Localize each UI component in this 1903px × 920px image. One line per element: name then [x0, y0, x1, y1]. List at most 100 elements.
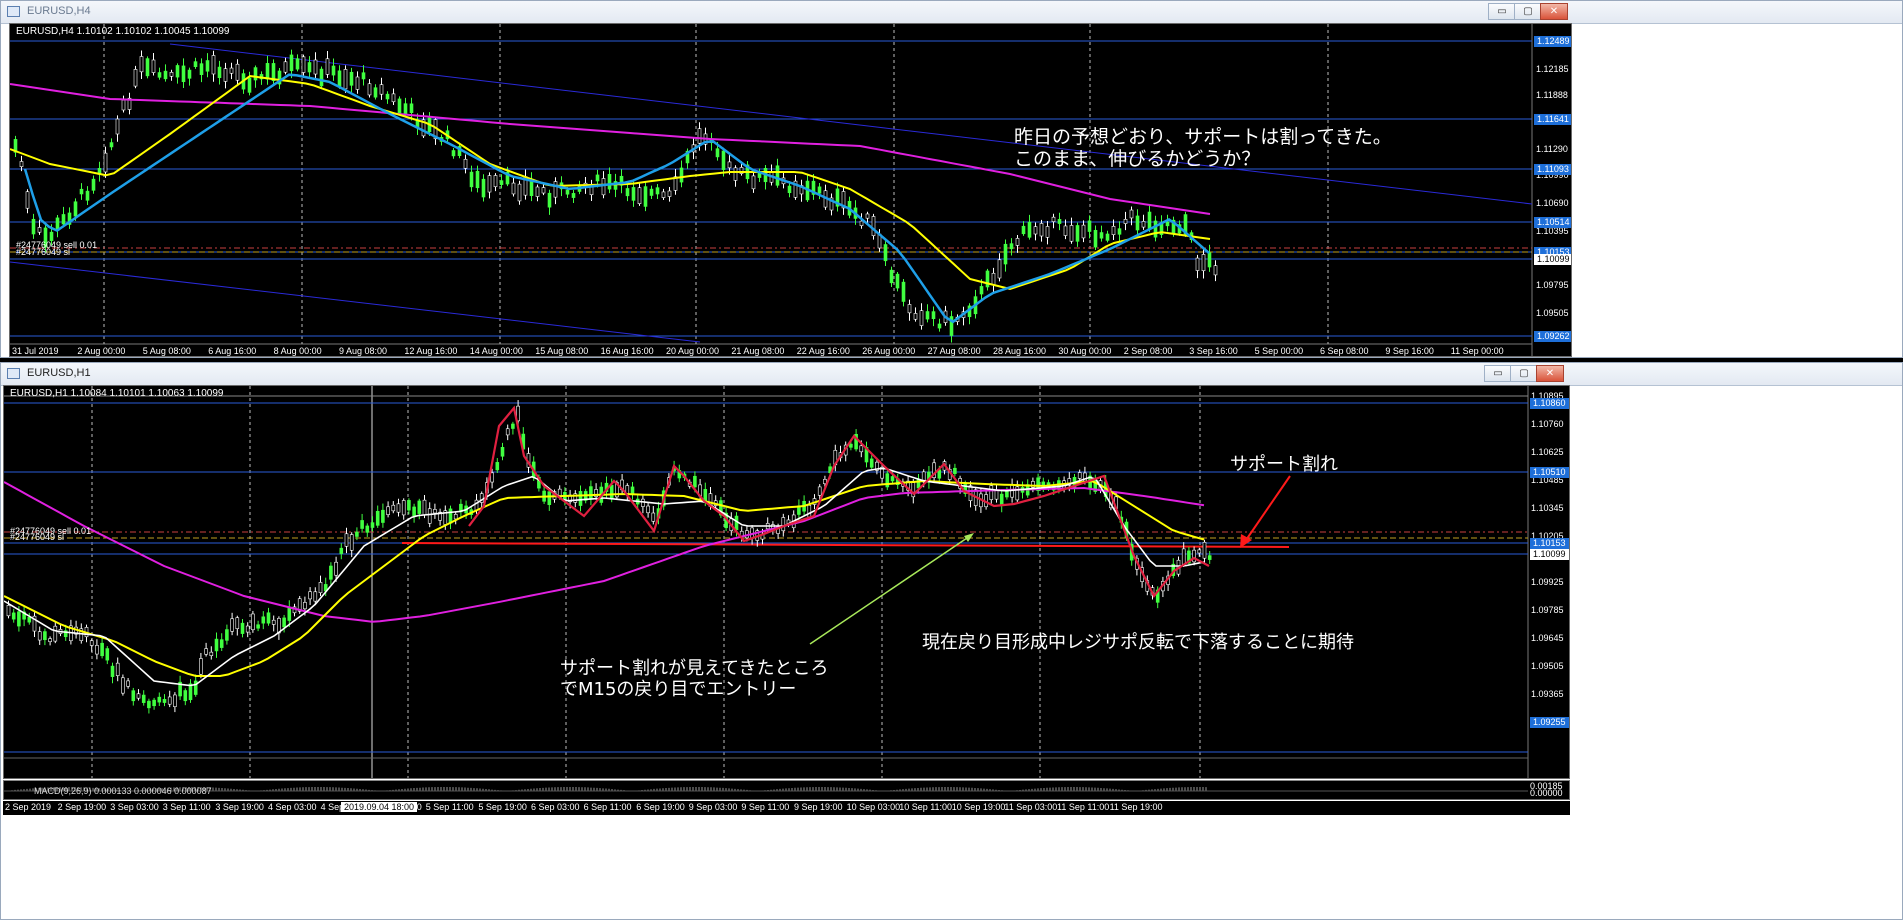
ma-slow-line — [4, 481, 1205, 623]
candle-body — [1039, 223, 1044, 237]
price-label: 1.09505 — [1531, 661, 1564, 671]
price-tag: 1.11093 — [1534, 164, 1571, 175]
candle-body — [859, 220, 864, 226]
candle-body — [1057, 219, 1062, 224]
candle-body — [609, 484, 614, 500]
candle-body — [133, 69, 138, 87]
candle-body — [344, 533, 349, 547]
candle-body — [152, 699, 156, 707]
candle-body — [1147, 211, 1152, 230]
close-button[interactable]: ✕ — [1540, 3, 1568, 20]
candle-body — [230, 618, 234, 632]
candle-body — [412, 506, 416, 517]
time-label: 28 Aug 16:00 — [993, 346, 1047, 356]
price-tag: 1.10153 — [1530, 538, 1569, 549]
time-label: 5 Aug 08:00 — [142, 346, 191, 356]
restore-button[interactable]: ▢ — [1514, 3, 1542, 20]
candle-body — [325, 58, 330, 75]
candle-body — [646, 505, 650, 514]
chart-canvas — [10, 24, 1533, 356]
annotation-entry-2: でM15の戻り目でエントリー — [560, 679, 797, 700]
candle-body — [375, 510, 380, 526]
candle-body — [1135, 215, 1140, 231]
time-label: 2 Sep 08:00 — [1123, 346, 1173, 356]
candle-body — [1153, 220, 1158, 238]
candle-body — [401, 500, 406, 516]
time-label: 22 Aug 16:00 — [796, 346, 850, 356]
candle-body — [630, 486, 635, 494]
candle-body — [883, 244, 888, 262]
candle-body — [181, 65, 186, 83]
candle-body — [895, 273, 900, 289]
candle-body — [637, 187, 642, 204]
candle-body — [295, 58, 300, 70]
candle-body — [679, 167, 684, 183]
candle-body — [453, 514, 458, 520]
candle-body — [301, 56, 306, 73]
macd-canvas — [4, 787, 1528, 792]
price-label: 1.09365 — [1531, 689, 1564, 699]
candle-body — [235, 63, 240, 81]
stoploss-label: #24776049 sl — [10, 532, 65, 542]
time-label: 6 Sep 19:00 — [636, 802, 685, 812]
candle-body — [367, 83, 372, 96]
price-chart-h1[interactable]: EURUSD,H1 1.10084 1.10101 1.10063 1.1009… — [3, 385, 1570, 779]
time-label: 8 Aug 00:00 — [273, 346, 322, 356]
candle-body — [871, 216, 876, 236]
window-titlebar[interactable]: EURUSD,H1 ▭ ▢ ✕ — [1, 363, 1902, 386]
macd-label: MACD(9,26,9) 0.000133 0.000046 0.000087 — [34, 786, 212, 796]
candle-body — [115, 118, 120, 135]
price-chart-h4[interactable]: EURUSD,H4 1.10102 1.10102 1.10045 1.1009… — [9, 23, 1572, 357]
price-tag: 1.10514 — [1534, 217, 1571, 228]
time-label: 3 Sep 11:00 — [162, 802, 211, 812]
candle-body — [205, 60, 210, 72]
candle-body — [163, 70, 168, 80]
candle-body — [365, 525, 370, 533]
time-label: 27 Aug 08:00 — [927, 346, 981, 356]
candle-body — [901, 281, 906, 302]
window-titlebar[interactable]: EURUSD,H4 ▭ ▢ ✕ — [1, 1, 1902, 24]
candle-body — [667, 190, 672, 197]
close-button[interactable]: ✕ — [1536, 365, 1564, 382]
candle-body — [256, 624, 260, 629]
time-label: 6 Sep 11:00 — [583, 802, 632, 812]
candle-body — [391, 93, 396, 103]
candle-body — [953, 467, 957, 474]
time-label: 3 Sep 03:00 — [110, 802, 159, 812]
candle-body — [379, 84, 384, 95]
minimize-button[interactable]: ▭ — [1488, 3, 1516, 20]
candle-body — [733, 167, 738, 181]
candle-body — [1005, 490, 1009, 498]
candle-body — [79, 188, 84, 195]
candle-body — [103, 152, 108, 173]
candle-body — [19, 161, 24, 168]
candle-body — [451, 150, 456, 157]
candle-body — [890, 476, 895, 482]
chart-window-icon — [7, 368, 20, 379]
candle-body — [187, 69, 192, 79]
candle-body — [303, 602, 307, 610]
candle-body — [381, 509, 385, 523]
candle-body — [511, 182, 516, 195]
restore-button[interactable]: ▢ — [1510, 365, 1538, 382]
macd-subwindow[interactable]: MACD(9,26,9) 0.000133 0.000046 0.000087 … — [3, 780, 1570, 800]
candle-body — [6, 605, 11, 617]
candle-body — [349, 534, 354, 551]
candle-body — [313, 59, 318, 75]
candle-body — [715, 148, 720, 158]
price-tag: 1.10510 — [1530, 467, 1569, 478]
candle-body — [448, 508, 453, 524]
candle-body — [157, 696, 162, 703]
candle-body — [535, 186, 540, 197]
candle-body — [126, 680, 130, 687]
price-label: 1.11290 — [1536, 144, 1568, 154]
candle-body — [578, 491, 583, 506]
candle-body — [331, 65, 336, 76]
candle-body — [219, 639, 224, 648]
candle-body — [48, 638, 52, 643]
candle-body — [247, 77, 252, 93]
price-label: 1.10760 — [1531, 419, 1564, 429]
candle-body — [553, 181, 558, 198]
time-label: 11 Sep 11:00 — [1057, 802, 1110, 812]
minimize-button[interactable]: ▭ — [1484, 365, 1512, 382]
